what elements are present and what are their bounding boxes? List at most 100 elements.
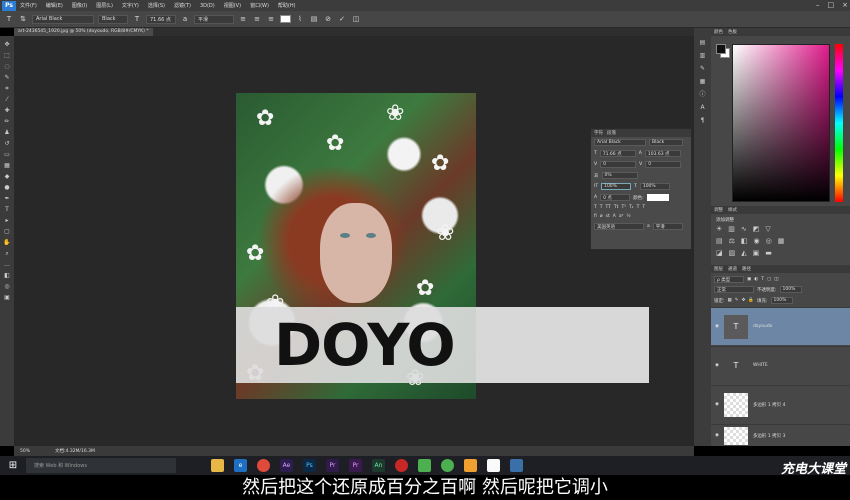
commit-icon[interactable]: ✓ (337, 15, 347, 23)
cp-vertical-scale[interactable]: 100% (601, 183, 632, 190)
text-bounding-box[interactable] (476, 307, 649, 383)
marquee-tool-icon[interactable]: ⬚ (3, 51, 11, 60)
hand-tool-icon[interactable]: ✋ (3, 238, 11, 247)
fill-field[interactable]: 100% (770, 297, 793, 304)
tab-layers[interactable]: 图层 (714, 266, 723, 272)
gradient-tool-icon[interactable]: ▦ (3, 161, 11, 170)
invert-icon[interactable]: ◪ (716, 249, 723, 257)
premiere-icon[interactable]: Pr (326, 459, 339, 472)
curves-icon[interactable]: ∿ (741, 225, 747, 233)
color-picker-field[interactable] (732, 44, 830, 202)
menu-type[interactable]: 文字(Y) (122, 2, 139, 9)
quick-select-icon[interactable]: ✎ (3, 73, 11, 82)
all-caps-icon[interactable]: TT (606, 205, 611, 210)
layer-name[interactable]: 多边形 1 拷贝 4 (753, 402, 786, 408)
lock-move-icon[interactable]: ✥ (742, 298, 746, 303)
layer-name[interactable]: doyoudo (753, 324, 773, 329)
document-tab[interactable]: art-2436545_1920.jpg @ 50% (doyoudo, RGB… (14, 28, 153, 36)
align-center-icon[interactable]: ≡ (252, 15, 262, 23)
brightness-icon[interactable]: ☀ (716, 225, 722, 233)
filter-smart-icon[interactable]: ◫ (774, 277, 778, 282)
ligature-icon[interactable]: fi (594, 214, 597, 219)
path-select-icon[interactable]: ▸ (3, 216, 11, 225)
subscript-icon[interactable]: T₁ (629, 205, 634, 210)
strikethrough-icon[interactable]: T (642, 205, 645, 210)
tab-character[interactable]: 字符 (594, 130, 603, 136)
foreground-color-swatch[interactable] (716, 44, 726, 54)
antialias-select[interactable]: 平滑 (194, 14, 234, 24)
chrome-icon[interactable] (257, 459, 270, 472)
menu-file[interactable]: 文件(F) (20, 2, 37, 9)
zoom-tool-icon[interactable]: ⌕ (3, 249, 11, 258)
minimize-icon[interactable]: – (816, 1, 820, 9)
color-balance-icon[interactable]: ⚖ (729, 237, 735, 245)
ordinal-icon[interactable]: aᵃ (619, 214, 624, 219)
visibility-eye-icon[interactable]: ◉ (715, 402, 719, 407)
filter-shape-icon[interactable]: ▢ (767, 277, 771, 282)
visibility-eye-icon[interactable]: ◉ (715, 363, 719, 368)
cp-horizontal-scale[interactable]: 100% (639, 183, 670, 190)
zoom-level[interactable]: 50% (20, 449, 30, 454)
brush-tool-icon[interactable]: ✏ (3, 117, 11, 126)
vibrance-icon[interactable]: ▽ (765, 225, 770, 233)
app-white-icon[interactable] (487, 459, 500, 472)
lasso-tool-icon[interactable]: ◌ (3, 62, 11, 71)
crop-tool-icon[interactable]: ⌗ (3, 84, 11, 93)
cp-font-family[interactable]: Arial Black (594, 139, 646, 146)
layer-row[interactable]: ◉ T doyoudo (711, 307, 850, 345)
superscript-icon[interactable]: T¹ (621, 205, 626, 210)
align-left-icon[interactable]: ≡ (238, 15, 248, 23)
tab-styles[interactable]: 样式 (728, 207, 737, 213)
levels-icon[interactable]: ▥ (728, 225, 735, 233)
cp-language[interactable]: 美国英语 (594, 223, 644, 230)
layer-row[interactable]: ◉ 多边形 1 拷贝 3 (711, 424, 850, 446)
menu-image[interactable]: 图像(I) (72, 2, 87, 9)
color-lookup-icon[interactable]: ▦ (778, 237, 785, 245)
stamp-tool-icon[interactable]: ♟ (3, 128, 11, 137)
artboard-image[interactable]: ✿ ✿ ❀ ✿ ❀ ✿ ✿ ❀ ✿ ❀ DOYO (236, 93, 476, 399)
selective-color-icon[interactable]: ▣ (753, 249, 760, 257)
edge-icon[interactable]: e (234, 459, 247, 472)
small-caps-icon[interactable]: Tt (614, 205, 619, 210)
font-style-select[interactable]: Black (98, 14, 128, 24)
menu-3d[interactable]: 3D(D) (200, 3, 215, 9)
green-app-icon[interactable] (418, 459, 431, 472)
animate-icon[interactable]: An (372, 459, 385, 472)
text-color-swatch[interactable] (280, 15, 291, 23)
photoshop-taskbar-icon[interactable]: Ps (303, 459, 316, 472)
blend-mode-select[interactable]: 正常 (714, 286, 754, 293)
layer-row[interactable]: ◉ T WHITE (711, 346, 850, 384)
cp-font-size[interactable]: 71.66 点 (599, 150, 636, 157)
lock-all-icon[interactable]: 🔒 (748, 298, 754, 303)
taskbar-search[interactable]: 搜索 Web 和 Windows (26, 458, 176, 473)
netease-music-icon[interactable] (395, 459, 408, 472)
close-icon[interactable]: × (842, 1, 848, 9)
character-icon[interactable]: A (698, 103, 707, 112)
document-size[interactable]: 文档:4.32M/16.3M (55, 448, 95, 454)
healing-brush-icon[interactable]: ✚ (3, 106, 11, 115)
faux-italic-icon[interactable]: T (600, 205, 603, 210)
eyedropper-icon[interactable]: ⁄ (3, 95, 11, 104)
fraction-icon[interactable]: ½ (626, 214, 630, 219)
visibility-eye-icon[interactable]: ◉ (715, 433, 719, 438)
layer-filter-select[interactable]: ρ 类型 (714, 276, 744, 283)
app-fire-icon[interactable] (464, 459, 477, 472)
hue-slider[interactable] (835, 44, 843, 202)
tab-channels[interactable]: 通道 (728, 266, 737, 272)
properties-icon[interactable]: ▥ (698, 51, 707, 60)
info-icon[interactable]: ⓘ (698, 90, 707, 99)
more-tools-icon[interactable]: … (3, 260, 11, 269)
underline-icon[interactable]: T (637, 205, 640, 210)
cp-antialias[interactable]: 平滑 (652, 223, 683, 230)
lock-pixels-icon[interactable]: ▦ (728, 298, 732, 303)
menu-filter[interactable]: 滤镜(T) (174, 2, 191, 9)
menu-edit[interactable]: 编辑(E) (46, 2, 63, 9)
cp-kerning[interactable]: 0 (600, 161, 637, 168)
swatches-icon[interactable]: ▦ (698, 77, 707, 86)
font-size-field[interactable]: 71.66 点 (146, 14, 176, 24)
cp-font-style[interactable]: Black (649, 139, 683, 146)
hue-saturation-icon[interactable]: ▤ (716, 237, 723, 245)
shape-tool-icon[interactable]: ▢ (3, 227, 11, 236)
paragraph-icon[interactable]: ¶ (698, 116, 707, 125)
dodge-tool-icon[interactable]: ● (3, 183, 11, 192)
